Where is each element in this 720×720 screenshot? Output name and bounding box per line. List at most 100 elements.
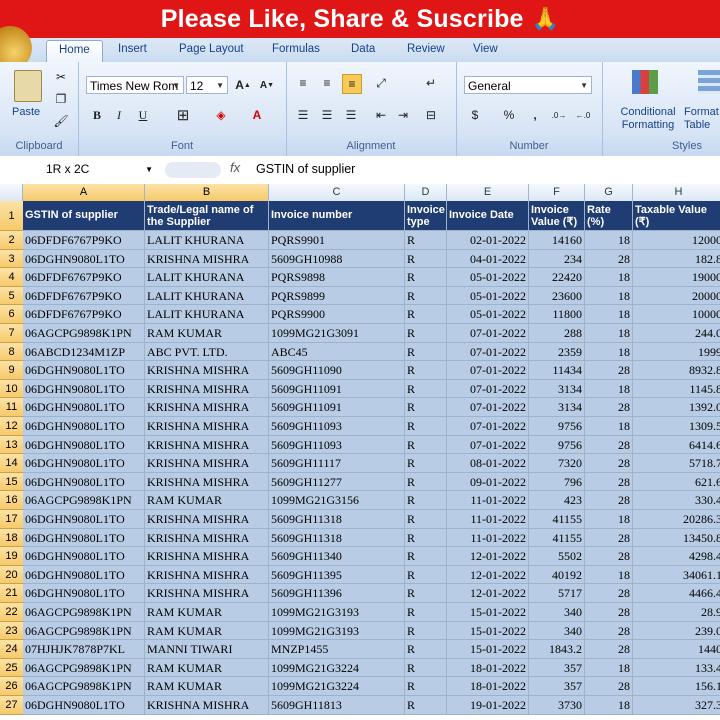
table-cell[interactable]: LALIT KHURANA <box>145 231 269 250</box>
table-cell[interactable]: 11-01-2022 <box>447 510 529 529</box>
table-cell[interactable]: 19000 <box>633 268 720 287</box>
table-cell[interactable]: 07-01-2022 <box>447 342 529 362</box>
row-number[interactable]: 10 <box>0 379 23 399</box>
table-cell[interactable]: RAM KUMAR <box>145 603 269 622</box>
table-cell[interactable]: R <box>405 491 447 510</box>
table-cell[interactable]: PQRS9898 <box>269 268 405 287</box>
table-cell[interactable]: 07-01-2022 <box>447 324 529 343</box>
table-cell[interactable]: 09-01-2022 <box>447 472 529 492</box>
row-number[interactable]: 27 <box>0 696 23 715</box>
row-number[interactable]: 7 <box>0 324 23 343</box>
row-number[interactable]: 13 <box>0 435 23 455</box>
table-cell[interactable]: KRISHNA MISHRA <box>145 361 269 380</box>
table-cell[interactable]: 2359 <box>529 342 585 362</box>
table-cell[interactable]: 06DGHN9080L1TO <box>23 398 145 417</box>
font-size-combo[interactable]: 12 ▼ <box>186 76 228 94</box>
table-cell[interactable]: 28 <box>585 640 633 659</box>
table-cell[interactable]: RAM KUMAR <box>145 491 269 510</box>
table-cell[interactable]: 5609GH11318 <box>269 528 405 548</box>
table-cell[interactable]: 06AGCPG9898K1PN <box>23 324 145 343</box>
table-cell[interactable]: R <box>405 249 447 269</box>
table-cell[interactable]: 06AGCPG9898K1PN <box>23 603 145 622</box>
align-top-icon[interactable]: ≡ <box>294 74 312 92</box>
table-cell[interactable]: 28 <box>585 603 633 622</box>
row-number[interactable]: 26 <box>0 677 23 696</box>
table-cell[interactable]: 18 <box>585 379 633 399</box>
table-cell[interactable]: R <box>405 696 447 715</box>
table-cell[interactable]: 11-01-2022 <box>447 528 529 548</box>
table-cell[interactable]: 3134 <box>529 379 585 399</box>
table-cell[interactable]: 1099MG21G3224 <box>269 658 405 678</box>
table-cell[interactable]: 5717 <box>529 584 585 603</box>
table-cell[interactable]: R <box>405 379 447 399</box>
table-cell[interactable]: 07-01-2022 <box>447 417 529 436</box>
table-cell[interactable]: 28 <box>585 361 633 380</box>
row-number[interactable]: 5 <box>0 286 23 306</box>
table-cell[interactable]: MANNI TIWARI <box>145 640 269 659</box>
table-cell[interactable]: 11434 <box>529 361 585 380</box>
table-cell[interactable]: 41155 <box>529 528 585 548</box>
table-cell[interactable]: 1099MG21G3156 <box>269 491 405 510</box>
table-cell[interactable]: 5609GH11813 <box>269 696 405 715</box>
table-cell[interactable]: 1999 <box>633 342 720 362</box>
row-number[interactable]: 11 <box>0 398 23 417</box>
table-cell[interactable]: R <box>405 454 447 473</box>
table-cell[interactable]: 20000 <box>633 286 720 306</box>
table-cell[interactable]: 5609GH11318 <box>269 510 405 529</box>
table-cell[interactable]: 06DFDF6767P9KO <box>23 305 145 324</box>
select-all-corner[interactable] <box>0 184 23 201</box>
table-cell[interactable]: 3730 <box>529 696 585 715</box>
table-cell[interactable]: 1099MG21G3193 <box>269 603 405 622</box>
column-header-h[interactable]: H <box>633 184 720 201</box>
table-cell[interactable]: 1309.5 <box>633 417 720 436</box>
comma-style-icon[interactable]: , <box>526 106 544 124</box>
table-cell[interactable]: 28 <box>585 249 633 269</box>
table-cell[interactable]: 12-01-2022 <box>447 565 529 585</box>
row-number[interactable]: 1 <box>0 201 23 231</box>
table-cell[interactable]: R <box>405 621 447 641</box>
merge-center-icon[interactable]: ⊟ <box>422 106 440 124</box>
table-cell[interactable]: KRISHNA MISHRA <box>145 528 269 548</box>
table-cell[interactable]: ABC PVT. LTD. <box>145 342 269 362</box>
table-cell[interactable]: LALIT KHURANA <box>145 286 269 306</box>
table-cell[interactable]: RAM KUMAR <box>145 621 269 641</box>
table-cell[interactable]: 1440 <box>633 640 720 659</box>
tab-page-layout[interactable]: Page Layout <box>179 43 244 55</box>
table-cell[interactable]: R <box>405 324 447 343</box>
table-cell[interactable]: R <box>405 342 447 362</box>
table-cell[interactable]: 06DFDF6767P9KO <box>23 268 145 287</box>
row-number[interactable]: 24 <box>0 640 23 659</box>
table-cell[interactable]: 8932.8 <box>633 361 720 380</box>
italic-icon[interactable]: I <box>110 106 128 124</box>
table-cell[interactable]: R <box>405 286 447 306</box>
table-cell[interactable]: R <box>405 398 447 417</box>
tab-home[interactable]: Home <box>46 40 103 62</box>
table-cell[interactable]: 28.9 <box>633 603 720 622</box>
table-cell[interactable]: 41155 <box>529 510 585 529</box>
table-cell[interactable]: 06DFDF6767P9KO <box>23 286 145 306</box>
table-cell[interactable]: KRISHNA MISHRA <box>145 565 269 585</box>
table-cell[interactable]: 5609GH11395 <box>269 565 405 585</box>
row-number[interactable]: 3 <box>0 249 23 269</box>
table-cell[interactable]: 06AGCPG9898K1PN <box>23 658 145 678</box>
table-cell[interactable]: KRISHNA MISHRA <box>145 379 269 399</box>
table-cell[interactable]: 28 <box>585 454 633 473</box>
table-cell[interactable]: 18 <box>585 510 633 529</box>
decrease-indent-icon[interactable]: ⇤ <box>372 106 390 124</box>
table-cell[interactable]: 182.8 <box>633 249 720 269</box>
percent-icon[interactable]: % <box>500 106 518 124</box>
tab-view[interactable]: View <box>473 43 498 55</box>
header-cell[interactable]: Invoice Date <box>447 201 529 231</box>
conditional-formatting-button[interactable]: Conditional Formatting <box>610 106 686 132</box>
table-cell[interactable]: 05-01-2022 <box>447 268 529 287</box>
table-cell[interactable]: R <box>405 528 447 548</box>
column-header-g[interactable]: G <box>585 184 633 201</box>
table-cell[interactable]: 9756 <box>529 417 585 436</box>
header-cell[interactable]: Rate (%) <box>585 201 633 231</box>
table-cell[interactable]: 18 <box>585 658 633 678</box>
table-cell[interactable]: 18 <box>585 305 633 324</box>
tab-insert[interactable]: Insert <box>118 43 147 55</box>
table-cell[interactable]: 06DGHN9080L1TO <box>23 696 145 715</box>
table-cell[interactable]: 02-01-2022 <box>447 231 529 250</box>
table-cell[interactable]: 5609GH11340 <box>269 547 405 566</box>
